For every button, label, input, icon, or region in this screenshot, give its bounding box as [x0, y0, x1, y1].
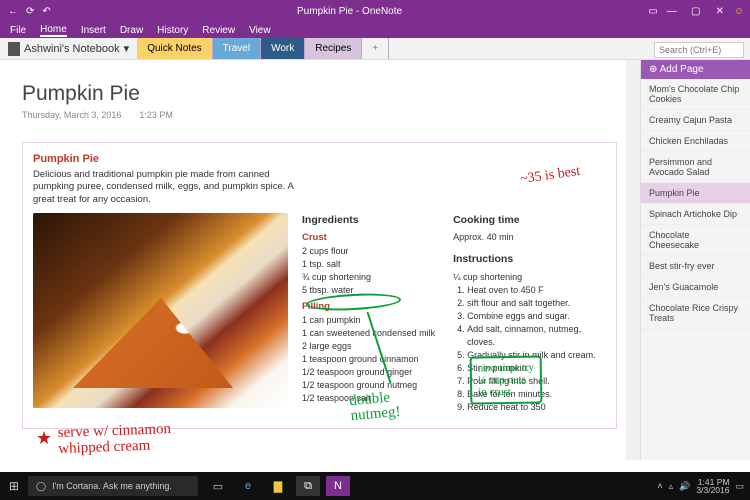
page-list-item[interactable]: Persimmon and Avocado Salad — [641, 152, 750, 183]
back-icon[interactable]: ← — [8, 6, 18, 17]
network-icon[interactable]: ▵ — [669, 481, 674, 492]
filling-item: 1/2 teaspoon salt — [302, 392, 435, 405]
filling-item: 1/2 teaspoon ground nutmeg — [302, 379, 435, 392]
section-bar: Ashwini's Notebook ▾ Quick Notes Travel … — [0, 38, 750, 60]
ingredients-column: Ingredients Crust 2 cups flour 1 tsp. sa… — [302, 213, 435, 414]
instructions-column: Cooking time Approx. 40 min Instructions… — [453, 213, 603, 414]
page-list-item[interactable]: Chocolate Cheesecake — [641, 225, 750, 256]
ribbon-view[interactable]: View — [249, 25, 271, 36]
filling-item: 1 can sweetened condensed milk — [302, 327, 435, 340]
volume-icon[interactable]: 🔊 — [679, 481, 690, 492]
section-tab-recipes[interactable]: Recipes — [305, 38, 362, 59]
crust-item: ¾ cup shortening — [302, 271, 435, 284]
notebook-icon — [8, 42, 20, 56]
section-tab-add[interactable]: + — [362, 38, 389, 59]
task-view-icon[interactable]: ▭ — [206, 476, 230, 496]
edge-icon[interactable]: e — [236, 476, 260, 496]
windows-taskbar: ⊞ ◯ I'm Cortana. Ask me anything. ▭ e ▇ … — [0, 472, 750, 500]
notebook-selector[interactable]: Ashwini's Notebook ▾ — [0, 42, 137, 56]
cortana-placeholder: I'm Cortana. Ask me anything. — [52, 481, 172, 491]
page-list-item[interactable]: Mom's Chocolate Chip Cookies — [641, 79, 750, 110]
filling-item: 1 can pumpkin — [302, 314, 435, 327]
page-canvas[interactable]: Pumpkin Pie Thursday, March 3, 2016 1:23… — [0, 60, 640, 460]
crust-item: 5 tbsp. water — [302, 284, 435, 297]
ribbon-tabs: File Home Insert Draw History Review Vie… — [0, 22, 750, 38]
window-titlebar: ← ⟳ ↶ Pumpkin Pie - OneNote ▭ — ▢ ✕ ☺ — [0, 0, 750, 22]
cortana-icon: ◯ — [36, 481, 46, 492]
instruction-item: Pour filling into shell. — [467, 375, 603, 388]
close-button[interactable]: ✕ — [710, 6, 730, 17]
crust-heading: Crust — [302, 231, 435, 245]
instruction-item: ¼ cup shortening — [453, 271, 603, 284]
minimize-button[interactable]: — — [662, 6, 682, 17]
maximize-button[interactable]: ▢ — [686, 6, 706, 17]
cooktime-heading: Cooking time — [453, 213, 603, 228]
ribbon-home[interactable]: Home — [40, 24, 67, 37]
page-list-item[interactable]: Spinach Artichoke Dip — [641, 204, 750, 225]
section-tab-quicknotes[interactable]: Quick Notes — [137, 38, 212, 59]
action-center-icon[interactable]: ▭ — [735, 481, 744, 492]
ribbon-draw[interactable]: Draw — [120, 25, 143, 36]
recipe-image — [33, 213, 288, 408]
page-time: 1:23 PM — [139, 110, 173, 120]
search-box[interactable] — [654, 40, 744, 58]
ribbon-options-icon[interactable]: ▭ — [648, 6, 657, 17]
page-list-item[interactable]: Jen's Guacamole — [641, 277, 750, 298]
page-list-item[interactable]: Best stir-fry ever — [641, 256, 750, 277]
page-list-item[interactable]: Pumpkin Pie — [641, 183, 750, 204]
window-title: Pumpkin Pie - OneNote — [51, 6, 649, 17]
search-input[interactable] — [654, 42, 744, 58]
instruction-item: Add salt, cinnamon, nutmeg, cloves. — [467, 323, 603, 349]
instruction-item: Stir in pumpkin. — [467, 362, 603, 375]
filling-item: 2 large eggs — [302, 340, 435, 353]
instruction-item: Bake for ten minutes. — [467, 388, 603, 401]
section-tab-work[interactable]: Work — [261, 38, 305, 59]
ink-star-icon: ★ — [36, 428, 52, 449]
instruction-item: sift flour and salt together. — [467, 297, 603, 310]
start-button[interactable]: ⊞ — [0, 479, 28, 493]
crust-item: 1 tsp. salt — [302, 258, 435, 271]
section-tab-travel[interactable]: Travel — [213, 38, 261, 59]
page-date: Thursday, March 3, 2016 — [22, 110, 121, 120]
instruction-item: Gradually stir in milk and cream. — [467, 349, 603, 362]
system-clock[interactable]: 1:41 PM 3/3/2016 — [696, 478, 729, 495]
page-list-panel: ⊕ Add Page Mom's Chocolate Chip CookiesC… — [640, 60, 750, 460]
cooktime-value: Approx. 40 min — [453, 231, 603, 244]
recipe-description: Delicious and traditional pumpkin pie ma… — [33, 169, 313, 206]
ribbon-file[interactable]: File — [10, 25, 26, 36]
feedback-icon[interactable]: ☺ — [734, 6, 744, 17]
filling-item: 1 teaspoon ground cinnamon — [302, 353, 435, 366]
ribbon-review[interactable]: Review — [202, 25, 235, 36]
instruction-item: Heat oven to 450 F — [467, 284, 603, 297]
notebook-name: Ashwini's Notebook — [24, 43, 120, 55]
file-explorer-icon[interactable]: ▇ — [266, 476, 290, 496]
sync-icon[interactable]: ⟳ — [26, 6, 34, 17]
crust-item: 2 cups flour — [302, 245, 435, 258]
ribbon-history[interactable]: History — [157, 25, 188, 36]
page-title[interactable]: Pumpkin Pie — [22, 82, 173, 106]
ingredients-heading: Ingredients — [302, 213, 435, 228]
cortana-search[interactable]: ◯ I'm Cortana. Ask me anything. — [28, 476, 198, 496]
instruction-item: Combine eggs and sugar. — [467, 310, 603, 323]
ribbon-insert[interactable]: Insert — [81, 25, 106, 36]
instructions-heading: Instructions — [453, 252, 603, 267]
page-list-item[interactable]: Chocolate Rice Crispy Treats — [641, 298, 750, 329]
page-list-item[interactable]: Creamy Cajun Pasta — [641, 110, 750, 131]
tray-up-icon[interactable]: ˄ — [657, 481, 662, 491]
filling-heading: Filling — [302, 300, 435, 314]
chevron-down-icon: ▾ — [124, 42, 130, 55]
vertical-scrollbar[interactable] — [626, 60, 640, 460]
add-page-button[interactable]: ⊕ Add Page — [641, 60, 750, 79]
store-icon[interactable]: ⧉ — [296, 476, 320, 496]
filling-item: 1/2 teaspoon ground ginger — [302, 366, 435, 379]
recipe-title: Pumpkin Pie — [33, 153, 606, 165]
page-list-item[interactable]: Chicken Enchiladas — [641, 131, 750, 152]
recipe-container[interactable]: Pumpkin Pie Delicious and traditional pu… — [22, 142, 617, 429]
onenote-taskbar-icon[interactable]: N — [326, 476, 350, 496]
instruction-item: Reduce heat to 350 — [467, 401, 603, 414]
undo-icon[interactable]: ↶ — [42, 6, 50, 17]
